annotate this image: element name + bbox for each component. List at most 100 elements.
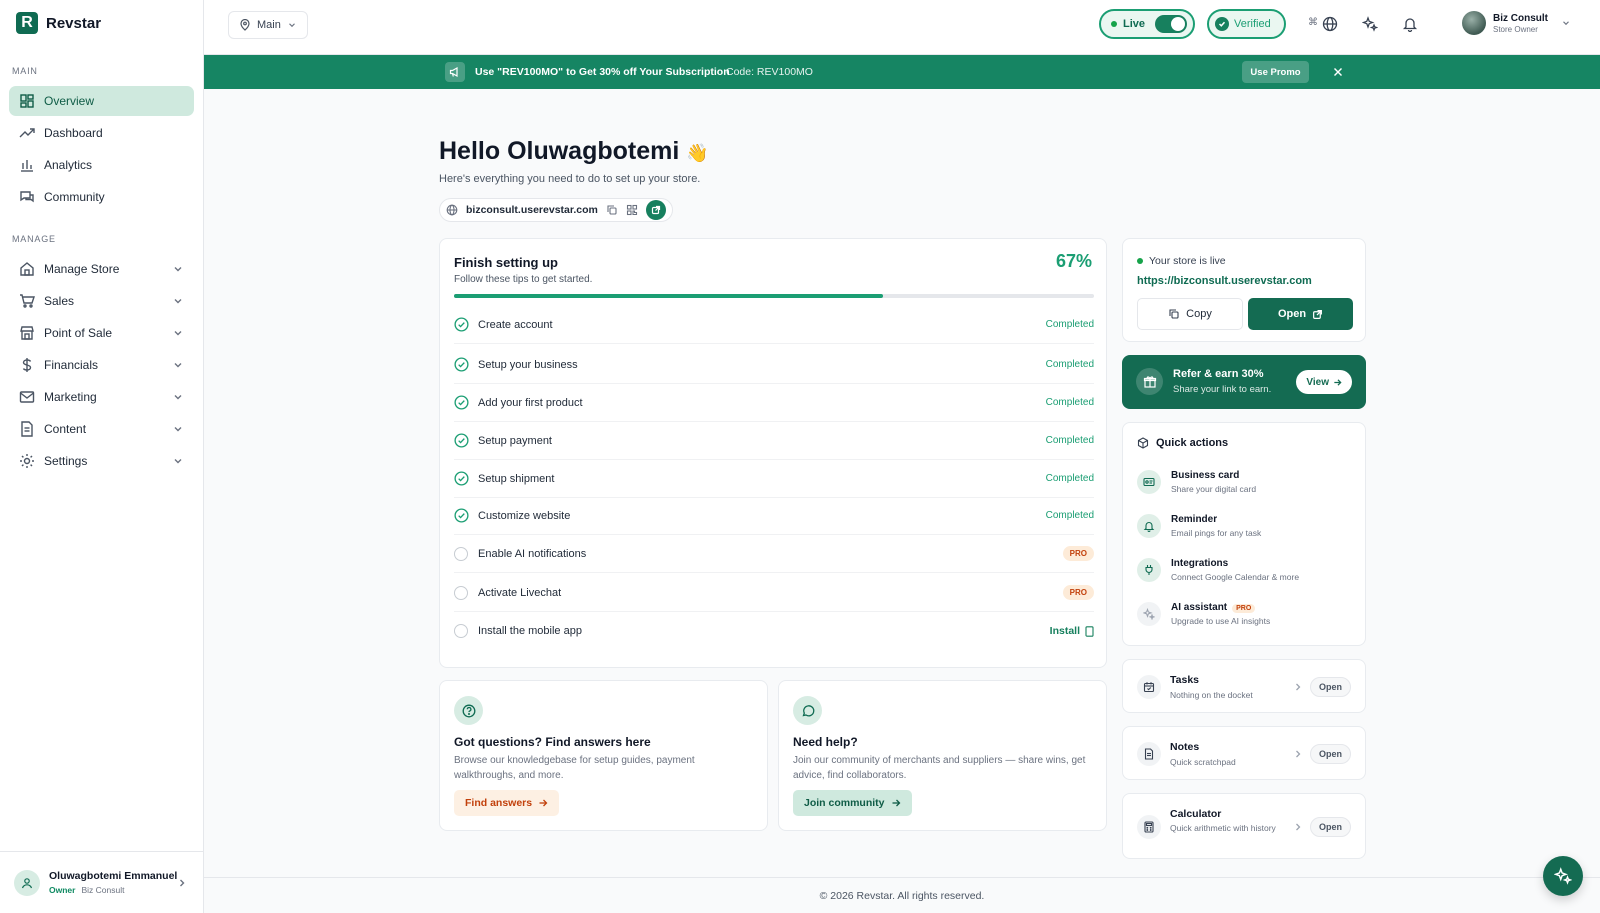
topbar: Main Live Verified ⌘ Biz Consult Store O… — [204, 0, 1600, 55]
task-row[interactable]: Install the mobile app Install — [454, 612, 1094, 650]
quick-action-reminder[interactable]: Reminder Email pings for any task — [1137, 512, 1357, 542]
open-tasks-button[interactable]: Open — [1309, 677, 1351, 697]
sidebar-item-label: Point of Sale — [44, 326, 113, 340]
external-link-icon — [651, 205, 660, 215]
task-label: Setup shipment — [478, 472, 555, 485]
status-dot — [1137, 258, 1143, 264]
empty-circle-icon[interactable] — [454, 546, 468, 561]
store-link[interactable]: https://bizconsult.userevstar.com — [1137, 275, 1312, 287]
sidebar-item-financials[interactable]: Financials — [9, 350, 194, 380]
empty-circle-icon[interactable] — [454, 624, 468, 638]
check-circle-icon — [454, 317, 469, 332]
task-row[interactable]: Enable AI notifications PRO — [454, 535, 1094, 573]
sidebar-item-marketing[interactable]: Marketing — [9, 382, 194, 412]
store-status-text: Your store is live — [1149, 255, 1226, 267]
store-live-card: Your store is live https://bizconsult.us… — [1122, 238, 1366, 342]
setup-title: Finish setting up — [454, 255, 558, 270]
task-status: Completed — [1045, 359, 1094, 370]
task-row[interactable]: Activate Livechat PRO — [454, 574, 1094, 612]
sidebar-item-sales[interactable]: Sales — [9, 286, 194, 316]
live-toggle[interactable]: Live — [1099, 9, 1195, 39]
calendar-check-icon — [1137, 675, 1161, 699]
pro-badge: PRO — [1062, 546, 1094, 561]
sidebar-item-point-of-sale[interactable]: Point of Sale — [9, 318, 194, 348]
chat-icon — [20, 191, 34, 203]
open-notes-button[interactable]: Open — [1309, 744, 1351, 764]
task-row[interactable]: Setup shipment Completed — [454, 460, 1094, 498]
bell-icon — [1137, 514, 1161, 538]
chevron-down-icon — [174, 459, 182, 464]
empty-circle-icon[interactable] — [454, 585, 468, 600]
task-row[interactable]: Add your first product Completed — [454, 384, 1094, 422]
sidebar-item-settings[interactable]: Settings — [9, 446, 194, 476]
avatar — [1462, 11, 1486, 35]
quick-action-ai-assistant[interactable]: AI assistant PRO Upgrade to use AI insigh… — [1137, 600, 1357, 630]
install-button[interactable]: Install — [1050, 625, 1094, 637]
qr-code-icon[interactable] — [626, 204, 638, 216]
close-icon[interactable] — [1332, 66, 1344, 78]
chevron-down-icon — [174, 427, 182, 432]
chevron-right-icon — [1296, 750, 1301, 758]
quick-action-integrations[interactable]: Integrations Connect Google Calendar & m… — [1137, 556, 1357, 586]
sidebar-item-content[interactable]: Content — [9, 414, 194, 444]
user-menu[interactable]: Biz Consult Store Owner — [1462, 11, 1571, 35]
location-selector[interactable]: Main — [228, 11, 308, 39]
chevron-right-icon — [1296, 683, 1301, 691]
sidebar-item-manage-store[interactable]: Manage Store — [9, 254, 194, 284]
mail-icon — [19, 391, 35, 403]
sidebar-item-community[interactable]: Community — [9, 182, 194, 212]
task-row[interactable]: Setup payment Completed — [454, 422, 1094, 460]
dollar-icon — [22, 358, 32, 372]
quick-action-name: AI assistant PRO — [1171, 602, 1256, 613]
task-row[interactable]: Create account Completed — [454, 306, 1094, 344]
brand[interactable]: R Revstar — [0, 0, 203, 46]
quick-action-name: Business card — [1171, 470, 1240, 481]
megaphone-icon — [445, 62, 465, 82]
task-status: Completed — [1045, 510, 1094, 521]
sidebar-user-profile[interactable]: Oluwagbotemi Emmanuel Owner Biz Consult — [0, 851, 204, 913]
globe-icon[interactable] — [1322, 16, 1338, 32]
view-referral-button[interactable]: View — [1296, 370, 1352, 394]
ai-assistant-fab[interactable] — [1543, 856, 1583, 896]
find-answers-button[interactable]: Find answers — [454, 790, 560, 816]
task-row[interactable]: Setup your business Completed — [454, 346, 1094, 384]
sidebar-item-label: Marketing — [44, 390, 97, 404]
tool-desc: Quick arithmetic with history — [1170, 823, 1276, 833]
sparkle-icon — [1137, 602, 1161, 626]
store-url-chip: bizconsult.userevstar.com — [439, 198, 673, 222]
sidebar-item-dashboard[interactable]: Dashboard — [9, 118, 194, 148]
task-row[interactable]: Customize website Completed — [454, 497, 1094, 535]
open-calculator-button[interactable]: Open — [1309, 817, 1351, 837]
notes-card[interactable]: Notes Quick scratchpad Open — [1122, 726, 1366, 780]
open-store-button[interactable]: Open — [1248, 298, 1353, 330]
sidebar-item-label: Content — [44, 422, 87, 436]
task-label: Add your first product — [478, 396, 583, 409]
task-status: Completed — [1045, 397, 1094, 408]
sidebar-item-analytics[interactable]: Analytics — [9, 150, 194, 180]
copy-icon[interactable] — [606, 204, 618, 216]
shortcut-icon[interactable]: ⌘ — [1308, 17, 1318, 28]
gift-icon — [1136, 368, 1163, 395]
role-badge: Owner — [49, 885, 76, 895]
chevron-down-icon — [174, 267, 182, 272]
copy-button[interactable]: Copy — [1137, 298, 1243, 330]
sidebar-item-overview[interactable]: Overview — [9, 86, 194, 116]
bell-icon[interactable] — [1402, 16, 1418, 32]
calculator-card[interactable]: Calculator Quick arithmetic with history… — [1122, 793, 1366, 859]
help-circle-icon — [454, 696, 483, 725]
quick-action-business-card[interactable]: Business card Share your digital card — [1137, 468, 1357, 498]
tasks-card[interactable]: Tasks Nothing on the docket Open — [1122, 659, 1366, 713]
open-link-button[interactable] — [645, 200, 666, 220]
tool-desc: Nothing on the docket — [1170, 690, 1253, 700]
box-icon — [1137, 437, 1149, 449]
toggle-switch[interactable] — [1155, 15, 1188, 33]
sidebar-item-label: Sales — [44, 294, 75, 308]
use-promo-button[interactable]: Use Promo — [1242, 61, 1309, 83]
manage-nav: Manage Store Sales Point of Sale Financi… — [0, 254, 203, 476]
help-description: Join our community of merchants and supp… — [793, 755, 1086, 781]
sparkle-icon[interactable] — [1362, 16, 1378, 32]
join-community-button[interactable]: Join community — [793, 790, 912, 816]
store-url[interactable]: bizconsult.userevstar.com — [466, 204, 598, 216]
quick-actions-label: Quick actions — [1156, 437, 1229, 449]
brand-logo: R — [16, 12, 38, 34]
